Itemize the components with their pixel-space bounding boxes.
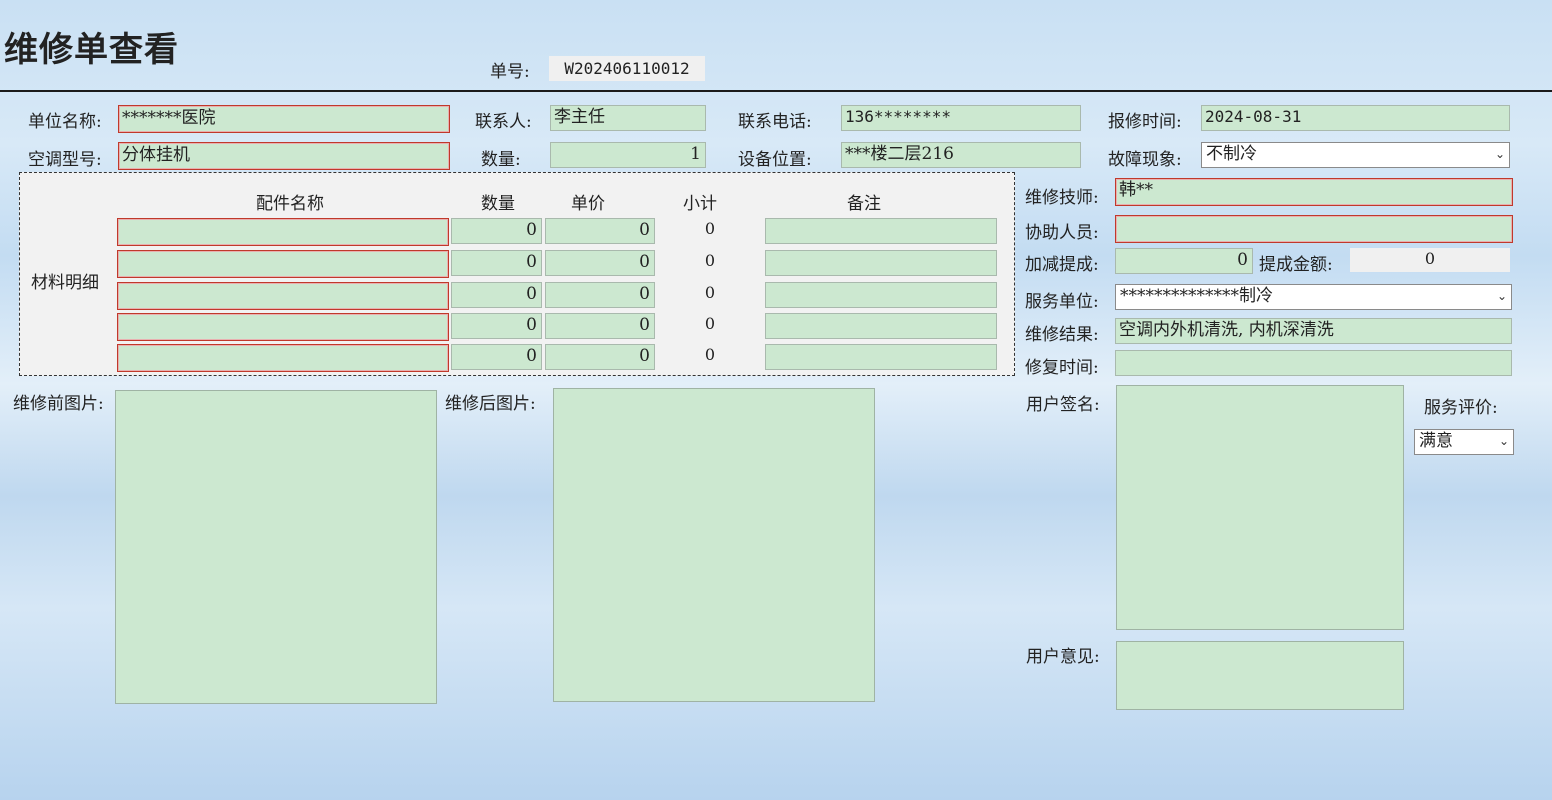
commission-adj-label: 加减提成: — [1025, 255, 1099, 275]
unit-name-field[interactable]: *******医院 — [118, 105, 450, 133]
commission-adj-field[interactable]: 0 — [1115, 248, 1253, 274]
location-field[interactable]: ***楼二层216 — [841, 142, 1081, 168]
material-price-field[interactable]: 0 — [545, 218, 655, 244]
material-name-field[interactable] — [117, 250, 449, 278]
col-header-qty: 数量 — [481, 194, 515, 214]
phone-label: 联系电话: — [738, 112, 812, 132]
material-qty-field[interactable]: 0 — [451, 344, 542, 370]
fault-select-value: 不制冷 — [1206, 144, 1257, 164]
report-time-field[interactable]: 2024-08-31 — [1201, 105, 1510, 131]
commission-amount-label: 提成金额: — [1259, 255, 1333, 275]
material-qty-field[interactable]: 0 — [451, 313, 542, 339]
chevron-down-icon[interactable]: ⌄ — [1497, 285, 1507, 307]
col-header-price: 单价 — [571, 194, 605, 214]
material-note-field[interactable] — [765, 250, 997, 276]
material-subtotal: 0 — [704, 345, 716, 364]
material-qty-field[interactable]: 0 — [451, 250, 542, 276]
order-number-label: 单号: — [490, 62, 530, 82]
material-subtotal: 0 — [704, 251, 716, 270]
material-price-field[interactable]: 0 — [545, 282, 655, 308]
chevron-down-icon[interactable]: ⌄ — [1499, 430, 1509, 452]
after-image-box[interactable] — [553, 388, 875, 702]
material-subtotal: 0 — [704, 219, 716, 238]
material-subtotal: 0 — [704, 314, 716, 333]
material-note-field[interactable] — [765, 218, 997, 244]
header-divider — [0, 90, 1552, 92]
unit-name-label: 单位名称: — [28, 112, 102, 132]
quantity-field[interactable]: 1 — [550, 142, 706, 168]
service-unit-select-value: **************制冷 — [1120, 286, 1273, 306]
col-header-note: 备注 — [847, 194, 881, 214]
page-title: 维修单查看 — [4, 30, 179, 70]
col-header-subtotal: 小计 — [683, 194, 717, 214]
before-image-label: 维修前图片: — [13, 394, 104, 414]
materials-section-label: 材料明细 — [31, 273, 99, 293]
repair-result-label: 维修结果: — [1025, 325, 1099, 345]
chevron-down-icon[interactable]: ⌄ — [1495, 143, 1505, 165]
before-image-box[interactable] — [115, 390, 437, 704]
material-qty-field[interactable]: 0 — [451, 282, 542, 308]
material-note-field[interactable] — [765, 282, 997, 308]
contact-field[interactable]: 李主任 — [550, 105, 706, 131]
material-name-field[interactable] — [117, 218, 449, 246]
material-price-field[interactable]: 0 — [545, 344, 655, 370]
technician-field[interactable]: 韩** — [1115, 178, 1513, 206]
fault-label: 故障现象: — [1108, 150, 1182, 170]
evaluation-label: 服务评价: — [1424, 398, 1498, 418]
material-note-field[interactable] — [765, 313, 997, 339]
repair-time-field[interactable] — [1115, 350, 1512, 376]
material-qty-field[interactable]: 0 — [451, 218, 542, 244]
col-header-part-name: 配件名称 — [256, 194, 324, 214]
evaluation-select-value: 满意 — [1419, 431, 1453, 451]
material-name-field[interactable] — [117, 282, 449, 310]
commission-amount-value: 0 — [1350, 248, 1510, 272]
after-image-label: 维修后图片: — [445, 394, 536, 414]
fault-select[interactable]: 不制冷 ⌄ — [1201, 142, 1510, 168]
opinion-box[interactable] — [1116, 641, 1404, 710]
opinion-label: 用户意见: — [1026, 647, 1100, 667]
material-note-field[interactable] — [765, 344, 997, 370]
order-number-value: W202406110012 — [549, 56, 705, 81]
signature-box[interactable] — [1116, 385, 1404, 630]
report-time-label: 报修时间: — [1108, 112, 1182, 132]
material-name-field[interactable] — [117, 313, 449, 341]
ac-model-field[interactable]: 分体挂机 — [118, 142, 450, 170]
evaluation-select[interactable]: 满意 ⌄ — [1414, 429, 1514, 455]
service-unit-label: 服务单位: — [1025, 292, 1099, 312]
technician-label: 维修技师: — [1025, 188, 1099, 208]
contact-label: 联系人: — [475, 112, 532, 132]
location-label: 设备位置: — [738, 150, 812, 170]
ac-model-label: 空调型号: — [28, 150, 102, 170]
assistants-label: 协助人员: — [1025, 223, 1099, 243]
repair-time-label: 修复时间: — [1025, 358, 1099, 378]
signature-label: 用户签名: — [1026, 395, 1100, 415]
phone-field[interactable]: 136******** — [841, 105, 1081, 131]
material-price-field[interactable]: 0 — [545, 250, 655, 276]
service-unit-select[interactable]: **************制冷 ⌄ — [1115, 284, 1512, 310]
material-name-field[interactable] — [117, 344, 449, 372]
assistants-field[interactable] — [1115, 215, 1513, 243]
material-subtotal: 0 — [704, 283, 716, 302]
repair-result-field[interactable]: 空调内外机清洗, 内机深清洗 — [1115, 318, 1512, 344]
material-price-field[interactable]: 0 — [545, 313, 655, 339]
quantity-label: 数量: — [481, 150, 521, 170]
